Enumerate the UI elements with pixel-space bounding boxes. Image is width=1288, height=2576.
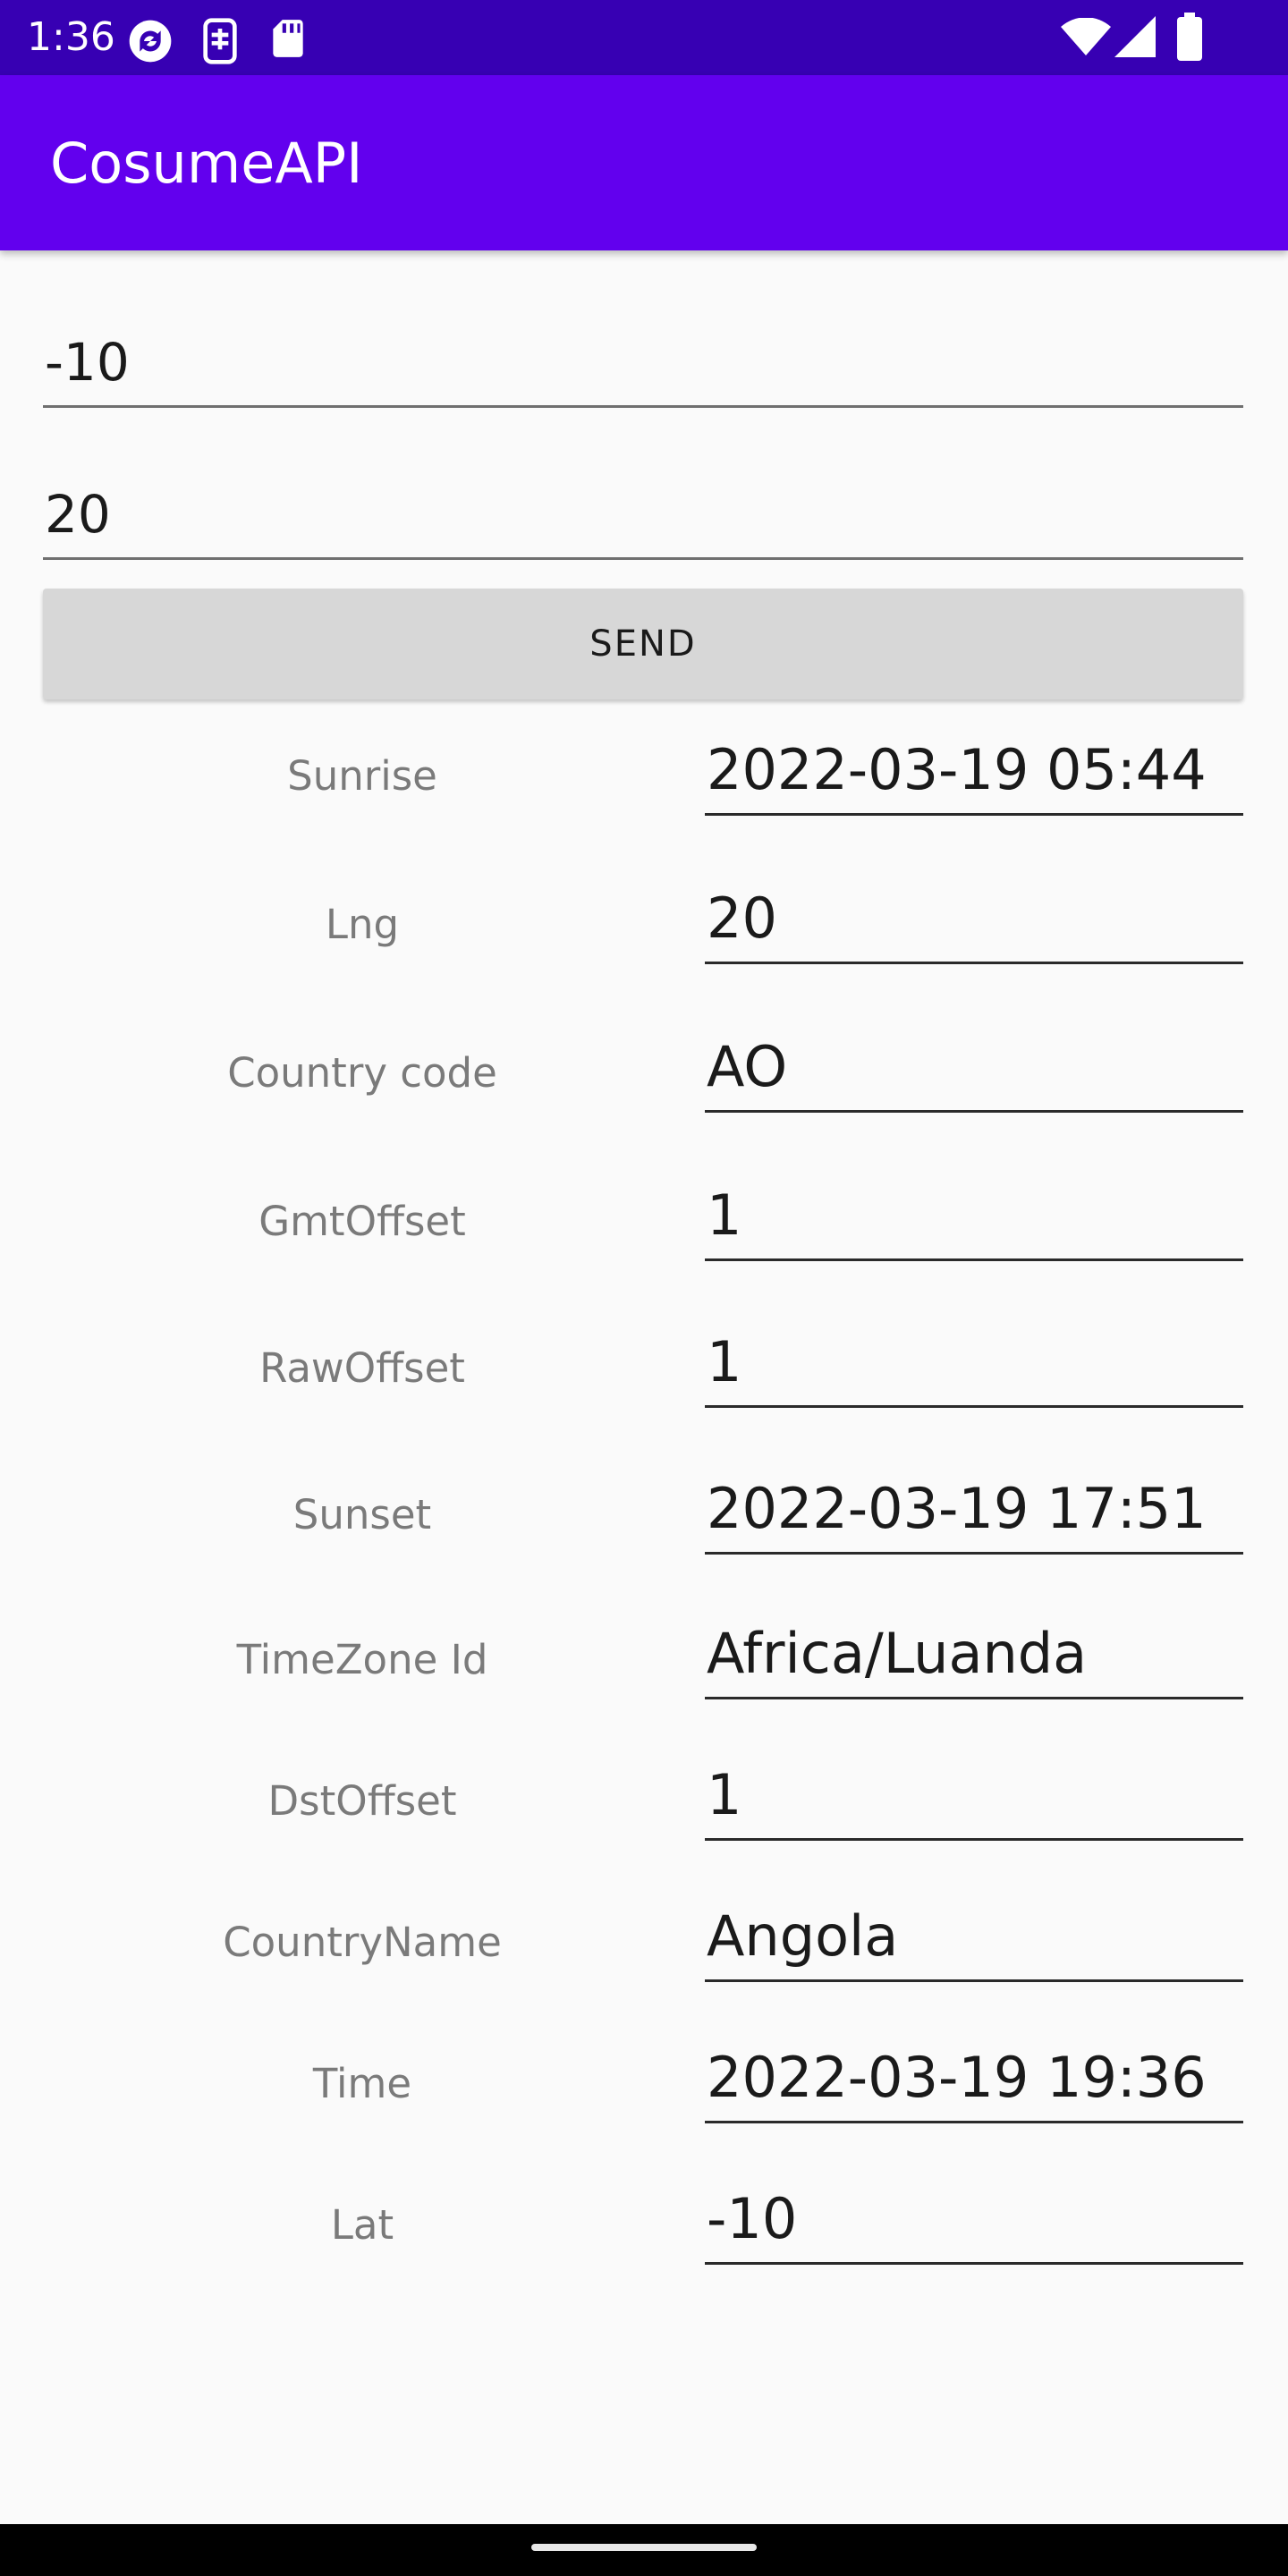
result-value[interactable]: Africa/Luanda xyxy=(705,1615,1243,1699)
navigation-bar xyxy=(0,2524,1288,2576)
result-label: Sunrise xyxy=(287,752,437,800)
result-label: GmtOffset xyxy=(258,1198,466,1245)
longitude-input[interactable] xyxy=(43,470,1243,560)
home-gesture-handle[interactable] xyxy=(531,2544,757,2551)
result-value[interactable]: 2022-03-19 17:51 xyxy=(705,1470,1243,1555)
result-label: DstOffset xyxy=(267,1777,457,1825)
sync-icon xyxy=(125,16,175,70)
sd-card-icon xyxy=(268,16,308,64)
result-value[interactable]: 20 xyxy=(705,880,1243,964)
send-button[interactable]: SEND xyxy=(43,589,1243,699)
result-label: Country code xyxy=(227,1049,497,1097)
sim-storage-icon xyxy=(199,16,242,70)
result-row-timezone-id: TimeZone Id Africa/Luanda xyxy=(0,1615,1288,1705)
status-bar: 1:36 xyxy=(0,0,1288,75)
latitude-input[interactable] xyxy=(43,318,1243,408)
result-value[interactable]: AO xyxy=(705,1029,1243,1113)
cellular-signal-icon xyxy=(1114,16,1156,61)
result-row-gmt-offset: GmtOffset 1 xyxy=(0,1177,1288,1267)
result-label: TimeZone Id xyxy=(236,1636,488,1683)
result-value[interactable]: 1 xyxy=(705,1324,1243,1408)
result-value[interactable]: 1 xyxy=(705,1757,1243,1841)
result-row-dst-offset: DstOffset 1 xyxy=(0,1757,1288,1846)
result-label: RawOffset xyxy=(259,1344,465,1392)
result-label: Time xyxy=(312,2060,412,2107)
result-row-time: Time 2022-03-19 19:36 xyxy=(0,2039,1288,2129)
result-value[interactable]: 2022-03-19 05:44 xyxy=(705,732,1243,816)
result-value[interactable]: 1 xyxy=(705,1177,1243,1261)
app-screen: 1:36 CosumeAPI -10 20 SEND Sunrise 2022-… xyxy=(0,0,1288,2576)
result-row-country-code: Country code AO xyxy=(0,1029,1288,1118)
app-bar: CosumeAPI xyxy=(0,75,1288,250)
battery-icon xyxy=(1177,13,1202,64)
result-row-raw-offset: RawOffset 1 xyxy=(0,1324,1288,1413)
result-row-sunrise: Sunrise 2022-03-19 05:44 xyxy=(0,732,1288,821)
result-row-sunset: Sunset 2022-03-19 17:51 xyxy=(0,1470,1288,1560)
result-value[interactable]: Angola xyxy=(705,1898,1243,1982)
result-row-lat: Lat -10 xyxy=(0,2181,1288,2270)
result-row-country-name: CountryName Angola xyxy=(0,1898,1288,1987)
result-label: Lat xyxy=(330,2201,394,2249)
result-label: Lng xyxy=(325,901,400,948)
app-title: CosumeAPI xyxy=(50,131,363,196)
result-label: CountryName xyxy=(223,1919,502,1966)
result-value[interactable]: -10 xyxy=(705,2181,1243,2265)
result-value[interactable]: 2022-03-19 19:36 xyxy=(705,2039,1243,2123)
result-row-lng: Lng 20 xyxy=(0,880,1288,970)
status-time: 1:36 xyxy=(27,14,115,60)
result-label: Sunset xyxy=(292,1491,432,1538)
wifi-icon xyxy=(1061,17,1111,61)
